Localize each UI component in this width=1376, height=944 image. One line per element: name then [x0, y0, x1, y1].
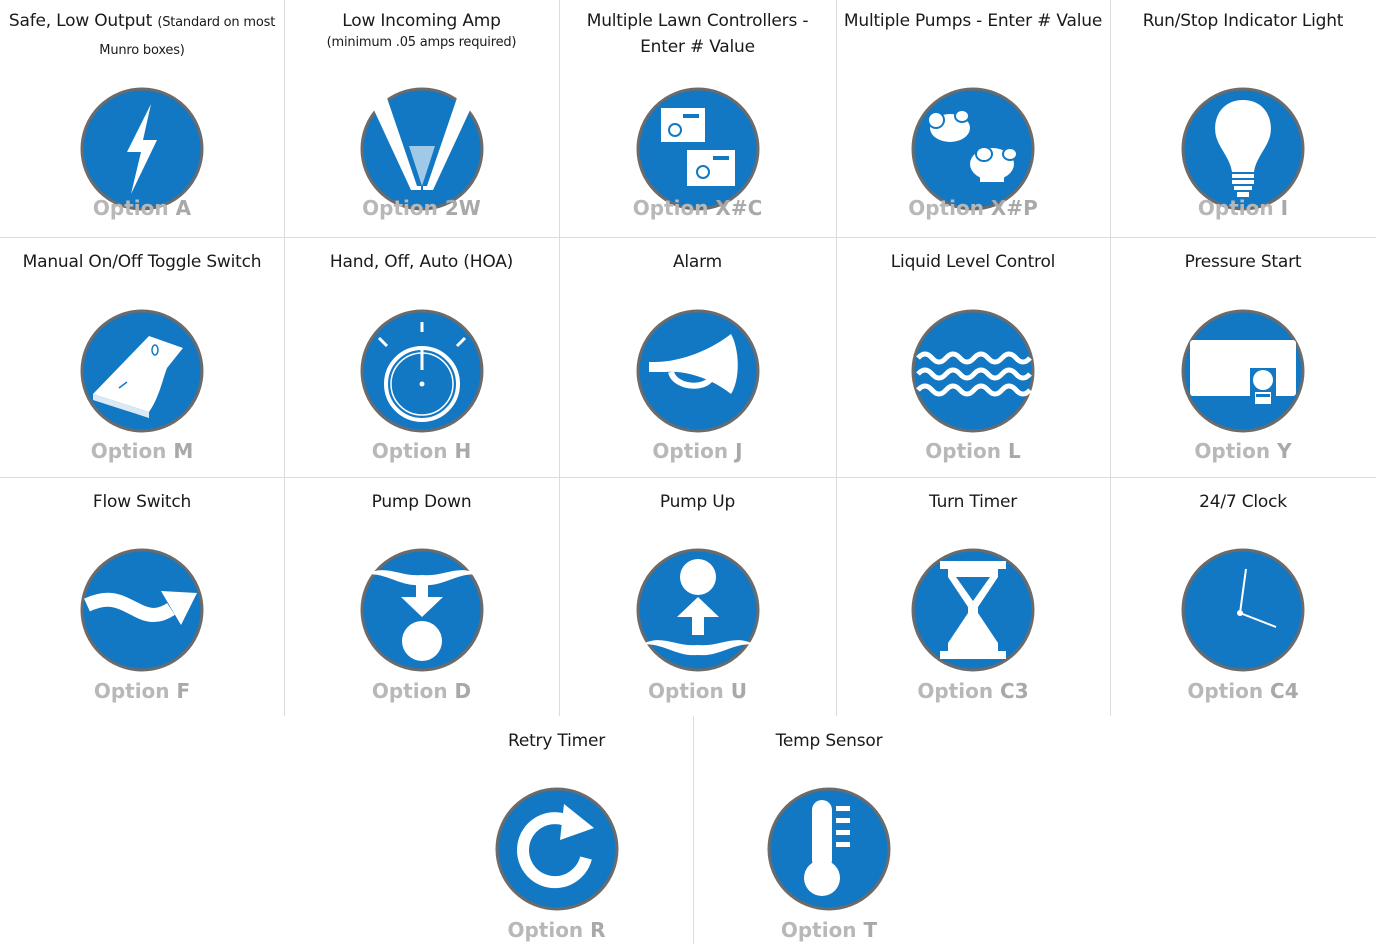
- pump-down-icon: [359, 547, 485, 673]
- option-card-c4[interactable]: 24/7 Clock Option C4: [1110, 477, 1376, 716]
- option-label: Option F: [93, 679, 191, 703]
- wires-icon: [359, 86, 485, 212]
- option-card-x-p[interactable]: Multiple Pumps - Enter # Value Option X#…: [836, 0, 1110, 237]
- option-title: Liquid Level Control: [890, 252, 1056, 272]
- option-card-t[interactable]: Temp Sensor Option T: [693, 716, 965, 944]
- clock-icon: [1180, 547, 1306, 673]
- option-title: Multiple Pumps - Enter # Value: [843, 11, 1103, 31]
- option-label: Option 2W: [362, 196, 481, 220]
- option-title: Safe, Low Output (Standard on most Munro…: [8, 11, 276, 58]
- thermometer-icon: [766, 786, 892, 912]
- option-title: Flow Switch: [92, 492, 192, 512]
- option-card-l[interactable]: Liquid Level Control Option L: [836, 237, 1110, 477]
- option-title: Low Incoming Amp (minimum .05 amps requir…: [326, 11, 517, 50]
- waves-icon: [910, 308, 1036, 434]
- option-label: Option M: [90, 439, 194, 463]
- option-title: Alarm: [672, 252, 723, 272]
- option-label: Option D: [371, 679, 472, 703]
- option-label: Option X#C: [632, 196, 763, 220]
- option-title: Pressure Start: [1184, 252, 1302, 272]
- option-card-i[interactable]: Run/Stop Indicator Light Option I: [1110, 0, 1376, 237]
- option-card-m[interactable]: Manual On/Off Toggle Switch Option M: [0, 237, 284, 477]
- option-label: Option U: [648, 679, 747, 703]
- option-card-u[interactable]: Pump Up Option U: [559, 477, 836, 716]
- option-label: Option C4: [1187, 679, 1299, 703]
- option-title: Pump Down: [371, 492, 472, 512]
- option-card-r[interactable]: Retry Timer Option R: [420, 716, 693, 944]
- retry-arrow-icon: [494, 786, 620, 912]
- option-label: Option J: [652, 439, 743, 463]
- option-title: Run/Stop Indicator Light: [1142, 11, 1344, 31]
- pressure-switch-icon: [1180, 308, 1306, 434]
- option-title: Multiple Lawn Controllers - Enter # Valu…: [586, 11, 809, 57]
- option-card-y[interactable]: Pressure Start Option Y: [1110, 237, 1376, 477]
- option-label: Option A: [92, 196, 192, 220]
- option-card-c3[interactable]: Turn Timer Option C3: [836, 477, 1110, 716]
- pumps-icon: [910, 86, 1036, 212]
- option-title: Temp Sensor: [775, 731, 883, 751]
- selector-dial-icon: [359, 308, 485, 434]
- option-card-2w[interactable]: Low Incoming Amp (minimum .05 amps requir…: [284, 0, 559, 237]
- lawn-controllers-icon: [635, 86, 761, 212]
- option-label: Option T: [780, 918, 878, 942]
- option-title: Hand, Off, Auto (HOA): [329, 252, 514, 272]
- option-label: Option C3: [917, 679, 1029, 703]
- option-title: 24/7 Clock: [1199, 492, 1287, 512]
- option-label: Option R: [507, 918, 606, 942]
- option-title: Turn Timer: [928, 492, 1018, 512]
- horn-icon: [635, 308, 761, 434]
- option-label: Option L: [925, 439, 1021, 463]
- option-label: Option H: [371, 439, 472, 463]
- option-card-f[interactable]: Flow Switch Option F: [0, 477, 284, 716]
- toggle-switch-icon: [79, 308, 205, 434]
- flow-arrow-icon: [79, 547, 205, 673]
- option-title: Manual On/Off Toggle Switch: [22, 252, 262, 272]
- lightning-bolt-icon: [79, 86, 205, 212]
- option-label: Option Y: [1194, 439, 1292, 463]
- option-card-h[interactable]: Hand, Off, Auto (HOA) Option H: [284, 237, 559, 477]
- option-title: Pump Up: [659, 492, 736, 512]
- option-card-j[interactable]: Alarm Option J: [559, 237, 836, 477]
- option-card-x-c[interactable]: Multiple Lawn Controllers - Enter # Valu…: [559, 0, 836, 237]
- option-label: Option X#P: [908, 196, 1038, 220]
- light-bulb-icon: [1180, 86, 1306, 212]
- option-label: Option I: [1197, 196, 1289, 220]
- pump-up-icon: [635, 547, 761, 673]
- option-card-a[interactable]: Safe, Low Output (Standard on most Munro…: [0, 0, 284, 237]
- option-title: Retry Timer: [507, 731, 606, 751]
- option-card-d[interactable]: Pump Down Option D: [284, 477, 559, 716]
- hourglass-icon: [910, 547, 1036, 673]
